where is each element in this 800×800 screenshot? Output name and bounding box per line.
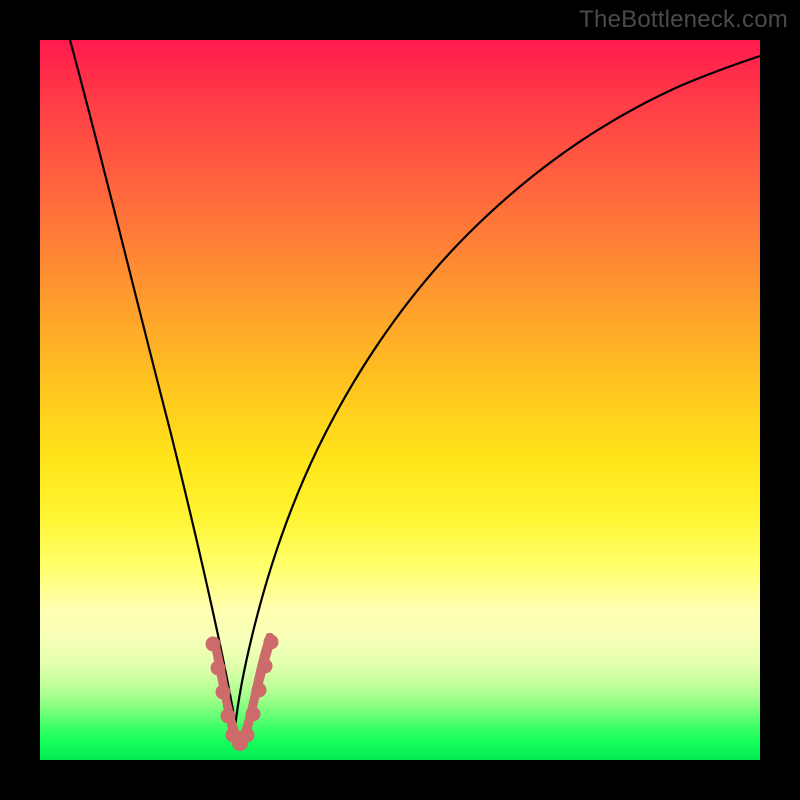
optimum-marker: [206, 633, 278, 750]
plot-area: [40, 40, 760, 760]
watermark-text: TheBottleneck.com: [579, 6, 788, 34]
chart-frame: TheBottleneck.com: [0, 0, 800, 800]
bottleneck-curve: [40, 40, 760, 760]
curve-path: [70, 40, 760, 728]
